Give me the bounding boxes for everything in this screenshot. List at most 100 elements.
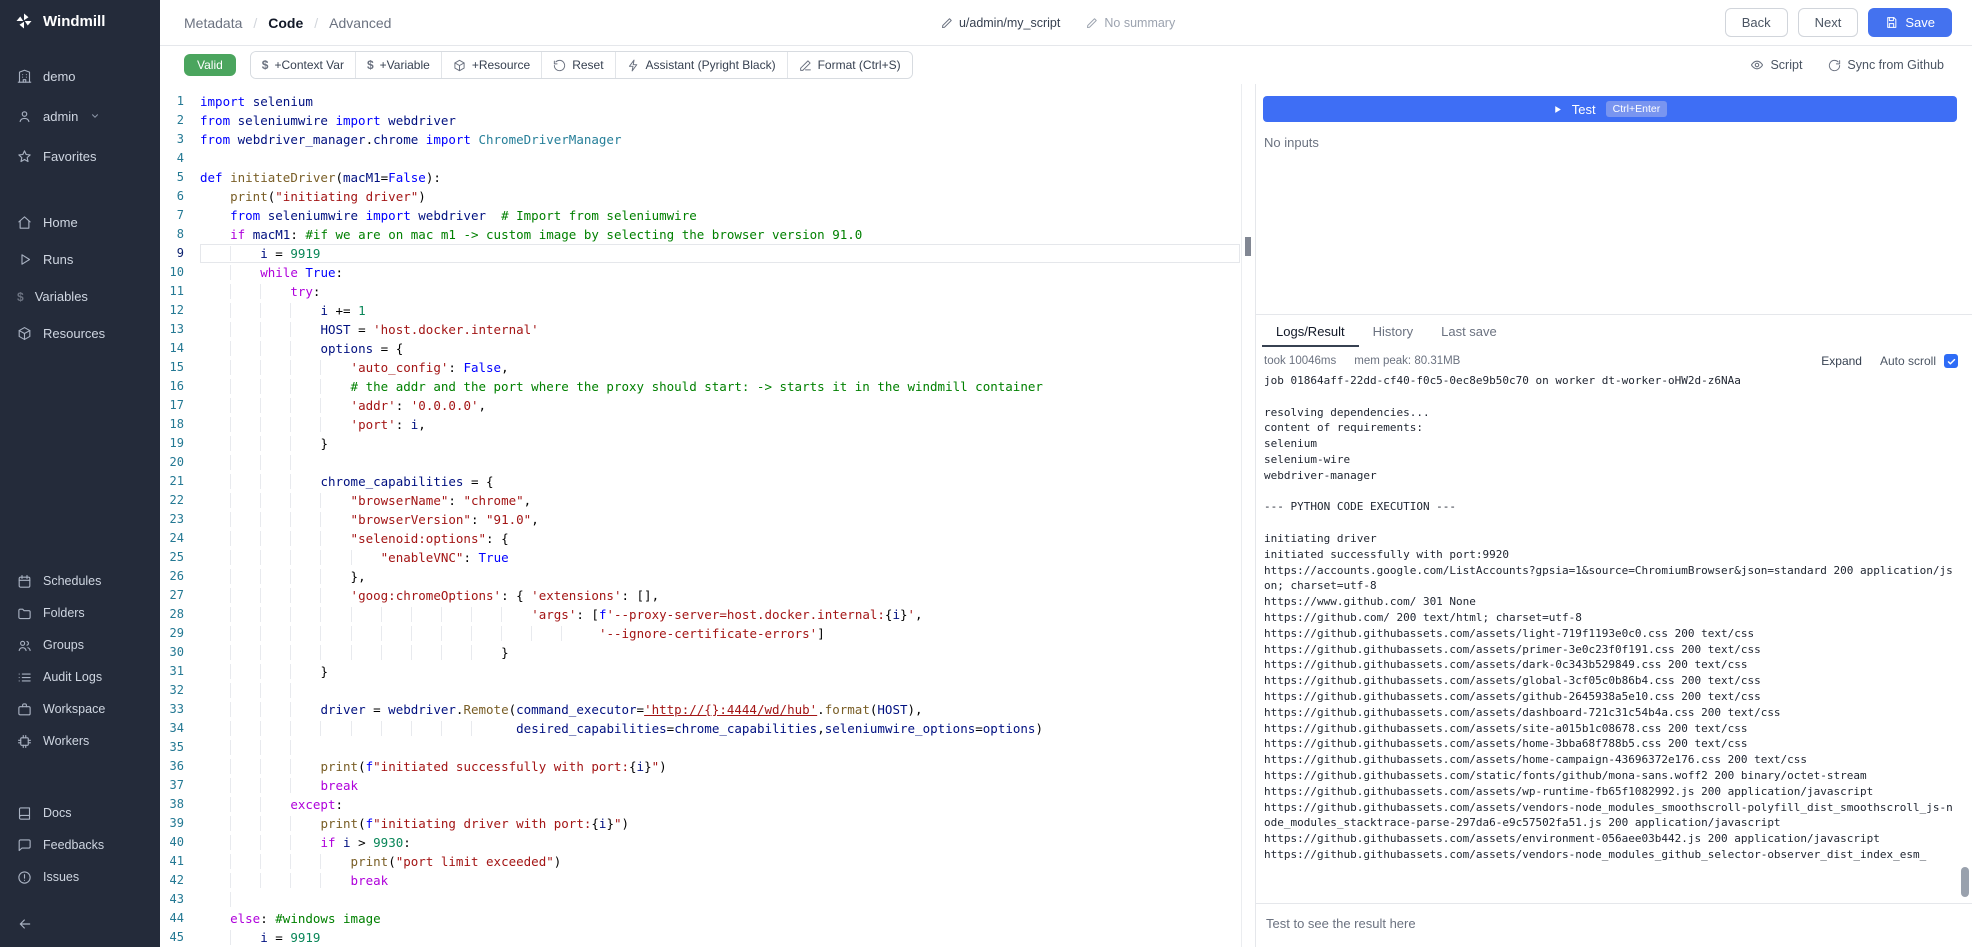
code-line[interactable]: 1import selenium (160, 92, 1255, 111)
sidebar-item-workers[interactable]: Workers (0, 725, 160, 757)
sidebar-item-home[interactable]: Home (0, 204, 160, 241)
sidebar-collapse-button[interactable] (0, 901, 160, 947)
code-line[interactable]: 13 HOST = 'host.docker.internal' (160, 320, 1255, 339)
code-line[interactable]: 28 'args': [f'--proxy-server=host.docker… (160, 605, 1255, 624)
script-path-edit[interactable]: u/admin/my_script (941, 16, 1060, 30)
sidebar-item-docs[interactable]: Docs (0, 797, 160, 829)
reset-button[interactable]: Reset (541, 52, 614, 78)
code-line[interactable]: 25 "enableVNC": True (160, 548, 1255, 567)
code-line[interactable]: 8 if macM1: #if we are on mac m1 -> cust… (160, 225, 1255, 244)
script-preview-button[interactable]: Script (1750, 58, 1802, 72)
tab-advanced[interactable]: Advanced (329, 15, 391, 31)
code-line[interactable]: 11 try: (160, 282, 1255, 301)
next-button[interactable]: Next (1798, 8, 1859, 37)
sidebar-item-folders[interactable]: Folders (0, 597, 160, 629)
code-line[interactable]: 43 (160, 890, 1255, 909)
auto-scroll-checkbox[interactable] (1944, 354, 1958, 368)
app-logo[interactable]: Windmill (0, 0, 160, 42)
chat-icon (17, 838, 32, 853)
format-button[interactable]: Format (Ctrl+S) (787, 52, 912, 78)
add-resource-button[interactable]: +Resource (441, 52, 541, 78)
code-line[interactable]: 20 (160, 453, 1255, 472)
code-line[interactable]: 26 }, (160, 567, 1255, 586)
logs-scrollbar-thumb[interactable] (1961, 867, 1969, 897)
code-editor[interactable]: 1import selenium2from seleniumwire impor… (160, 84, 1255, 947)
code-line[interactable]: 9 i = 9919 (160, 244, 1255, 263)
code-line[interactable]: 35 (160, 738, 1255, 757)
code-line[interactable]: 42 break (160, 871, 1255, 890)
back-button[interactable]: Back (1725, 8, 1788, 37)
line-number: 26 (160, 567, 200, 586)
sync-from-github-button[interactable]: Sync from Github (1828, 58, 1944, 72)
sidebar-item-groups[interactable]: Groups (0, 629, 160, 661)
code-line[interactable]: 7 from seleniumwire import webdriver # I… (160, 206, 1255, 225)
code-line[interactable]: 36 print(f"initiated successfully with p… (160, 757, 1255, 776)
code-line[interactable]: 33 driver = webdriver.Remote(command_exe… (160, 700, 1255, 719)
save-button[interactable]: Save (1868, 8, 1952, 37)
line-number: 38 (160, 795, 200, 814)
editor-scrollbar[interactable] (1241, 84, 1255, 947)
line-number: 22 (160, 491, 200, 510)
code-line[interactable]: 2from seleniumwire import webdriver (160, 111, 1255, 130)
code-line[interactable]: 16 # the addr and the port where the pro… (160, 377, 1255, 396)
code-line[interactable]: 40 if i > 9930: (160, 833, 1255, 852)
save-icon (1885, 16, 1898, 29)
code-line[interactable]: 37 break (160, 776, 1255, 795)
button-label: Reset (572, 58, 603, 72)
code-line[interactable]: 17 'addr': '0.0.0.0', (160, 396, 1255, 415)
tab-logs-result[interactable]: Logs/Result (1262, 315, 1359, 347)
code-line[interactable]: 15 'auto_config': False, (160, 358, 1255, 377)
line-number: 6 (160, 187, 200, 206)
editor-toolbar: Valid $ +Context Var $ +Variable +Resour… (160, 46, 1972, 84)
code-line[interactable]: 22 "browserName": "chrome", (160, 491, 1255, 510)
sidebar-item-user-admin[interactable]: admin (0, 96, 160, 136)
test-button[interactable]: Test Ctrl+Enter (1263, 96, 1957, 122)
sidebar-item-runs[interactable]: Runs (0, 241, 160, 278)
code-line[interactable]: 21 chrome_capabilities = { (160, 472, 1255, 491)
expand-button[interactable]: Expand (1821, 354, 1862, 368)
summary-edit[interactable]: No summary (1086, 16, 1175, 30)
assistant-button[interactable]: Assistant (Pyright Black) (615, 52, 787, 78)
log-output[interactable]: job 01864aff-22dd-cf40-f0c5-0ec8e9b50c70… (1264, 373, 1956, 903)
code-line[interactable]: 31 } (160, 662, 1255, 681)
sidebar-item-workspace-demo[interactable]: demo (0, 56, 160, 96)
code-line[interactable]: 3from webdriver_manager.chrome import Ch… (160, 130, 1255, 149)
favorites-label: Favorites (43, 149, 96, 164)
sidebar-item-favorites[interactable]: Favorites (0, 136, 160, 176)
sidebar-item-feedbacks[interactable]: Feedbacks (0, 829, 160, 861)
code-line[interactable]: 38 except: (160, 795, 1255, 814)
code-line[interactable]: 6 print("initiating driver") (160, 187, 1255, 206)
code-line[interactable]: 44 else: #windows image (160, 909, 1255, 928)
code-line[interactable]: 34 desired_capabilities=chrome_capabilit… (160, 719, 1255, 738)
code-line[interactable]: 24 "selenoid:options": { (160, 529, 1255, 548)
tab-last-save[interactable]: Last save (1427, 315, 1511, 347)
sidebar-item-workspace-settings[interactable]: Workspace (0, 693, 160, 725)
code-line[interactable]: 18 'port': i, (160, 415, 1255, 434)
code-line[interactable]: 5def initiateDriver(macM1=False): (160, 168, 1255, 187)
line-number: 30 (160, 643, 200, 662)
tab-metadata[interactable]: Metadata (184, 15, 242, 31)
add-variable-button[interactable]: $ +Variable (355, 52, 441, 78)
add-context-var-button[interactable]: $ +Context Var (251, 52, 355, 78)
sidebar-item-schedules[interactable]: Schedules (0, 565, 160, 597)
code-line[interactable]: 10 while True: (160, 263, 1255, 282)
code-line[interactable]: 45 i = 9919 (160, 928, 1255, 947)
tab-history[interactable]: History (1359, 315, 1427, 347)
code-line[interactable]: 30 } (160, 643, 1255, 662)
sidebar-item-issues[interactable]: Issues (0, 861, 160, 893)
sidebar-item-variables[interactable]: $ Variables (0, 278, 160, 315)
code-line[interactable]: 29 '--ignore-certificate-errors'] (160, 624, 1255, 643)
code-line[interactable]: 27 'goog:chromeOptions': { 'extensions':… (160, 586, 1255, 605)
sidebar-item-label: Home (43, 215, 78, 230)
code-line[interactable]: 4 (160, 149, 1255, 168)
sidebar-item-audit-logs[interactable]: Audit Logs (0, 661, 160, 693)
tab-code[interactable]: Code (268, 15, 303, 31)
code-line[interactable]: 41 print("port limit exceeded") (160, 852, 1255, 871)
code-line[interactable]: 14 options = { (160, 339, 1255, 358)
code-line[interactable]: 32 (160, 681, 1255, 700)
sidebar-item-resources[interactable]: Resources (0, 315, 160, 352)
code-line[interactable]: 12 i += 1 (160, 301, 1255, 320)
code-line[interactable]: 19 } (160, 434, 1255, 453)
code-line[interactable]: 39 print(f"initiating driver with port:{… (160, 814, 1255, 833)
code-line[interactable]: 23 "browserVersion": "91.0", (160, 510, 1255, 529)
